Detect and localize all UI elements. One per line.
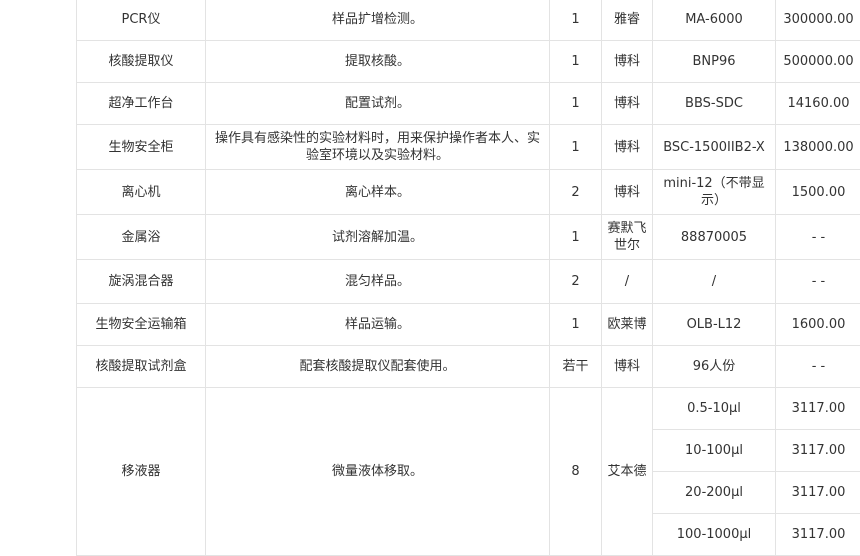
table-row: 核酸提取试剂盒 配套核酸提取仪配套使用。 若干 博科 96人份 - - — [76, 345, 860, 388]
device-name: 离心机 — [76, 169, 206, 215]
table-row: 核酸提取仪 提取核酸。 1 博科 BNP96 500000.00 — [76, 40, 860, 83]
equipment-table: PCR仪 样品扩增检测。 1 雅睿 MA-6000 300000.00 核酸提取… — [76, 0, 860, 556]
device-purpose: 微量液体移取。 — [205, 387, 550, 556]
page: PCR仪 样品扩增检测。 1 雅睿 MA-6000 300000.00 核酸提取… — [0, 0, 860, 556]
device-brand: 赛默飞世尔 — [601, 214, 653, 260]
device-purpose: 提取核酸。 — [205, 40, 550, 83]
device-brand: 博科 — [601, 124, 653, 170]
device-purpose: 操作具有感染性的实验材料时，用来保护操作者本人、实验室环境以及实验材料。 — [205, 124, 550, 170]
device-model: BSC-1500IIB2-X — [652, 124, 776, 170]
device-model: BNP96 — [652, 40, 776, 83]
device-quantity: 1 — [549, 303, 602, 346]
device-brand: 博科 — [601, 40, 653, 83]
device-price: 500000.00 — [775, 40, 860, 83]
device-purpose: 配置试剂。 — [205, 82, 550, 125]
device-quantity: 1 — [549, 124, 602, 170]
device-price: - - — [775, 345, 860, 388]
device-quantity: 1 — [549, 0, 602, 41]
device-purpose: 样品运输。 — [205, 303, 550, 346]
device-price: 1500.00 — [775, 169, 860, 215]
device-quantity: 1 — [549, 40, 602, 83]
device-price: 300000.00 — [775, 0, 860, 41]
device-quantity: 2 — [549, 169, 602, 215]
device-quantity: 1 — [549, 214, 602, 260]
device-model: / — [652, 259, 776, 304]
device-model: 100-1000μl — [652, 513, 776, 556]
device-price: 3117.00 — [775, 387, 860, 430]
table-row: 离心机 离心样本。 2 博科 mini-12（不带显示） 1500.00 — [76, 169, 860, 215]
device-name: 核酸提取仪 — [76, 40, 206, 83]
device-name: 移液器 — [76, 387, 206, 556]
device-name: 核酸提取试剂盒 — [76, 345, 206, 388]
table-row: 超净工作台 配置试剂。 1 博科 BBS-SDC 14160.00 — [76, 82, 860, 125]
device-quantity: 2 — [549, 259, 602, 304]
device-brand: 艾本德 — [601, 387, 653, 556]
device-brand: 博科 — [601, 169, 653, 215]
device-brand: 博科 — [601, 345, 653, 388]
table-row: 移液器 微量液体移取。 8 艾本德 0.5-10μl 3117.00 — [76, 387, 860, 556]
device-name: 生物安全柜 — [76, 124, 206, 170]
device-model: MA-6000 — [652, 0, 776, 41]
device-model: 10-100μl — [652, 429, 776, 472]
device-name: PCR仪 — [76, 0, 206, 41]
device-brand: 博科 — [601, 82, 653, 125]
device-model: mini-12（不带显示） — [652, 169, 776, 215]
device-model: 96人份 — [652, 345, 776, 388]
device-price: 3117.00 — [775, 471, 860, 514]
device-quantity: 8 — [549, 387, 602, 556]
device-purpose: 试剂溶解加温。 — [205, 214, 550, 260]
device-model: OLB-L12 — [652, 303, 776, 346]
device-name: 超净工作台 — [76, 82, 206, 125]
table-row: 旋涡混合器 混匀样品。 2 / / - - — [76, 259, 860, 304]
table-row: 生物安全柜 操作具有感染性的实验材料时，用来保护操作者本人、实验室环境以及实验材… — [76, 124, 860, 170]
device-name: 金属浴 — [76, 214, 206, 260]
device-purpose: 样品扩增检测。 — [205, 0, 550, 41]
device-price: 14160.00 — [775, 82, 860, 125]
device-quantity: 1 — [549, 82, 602, 125]
device-brand: 欧莱博 — [601, 303, 653, 346]
device-price: 3117.00 — [775, 429, 860, 472]
device-purpose: 配套核酸提取仪配套使用。 — [205, 345, 550, 388]
table-row: 生物安全运输箱 样品运输。 1 欧莱博 OLB-L12 1600.00 — [76, 303, 860, 346]
device-price: 3117.00 — [775, 513, 860, 556]
device-model: 88870005 — [652, 214, 776, 260]
device-purpose: 混匀样品。 — [205, 259, 550, 304]
device-price: - - — [775, 214, 860, 260]
device-model: BBS-SDC — [652, 82, 776, 125]
device-purpose: 离心样本。 — [205, 169, 550, 215]
device-brand: 雅睿 — [601, 0, 653, 41]
device-price: 1600.00 — [775, 303, 860, 346]
device-price: 138000.00 — [775, 124, 860, 170]
device-model: 20-200μl — [652, 471, 776, 514]
device-model: 0.5-10μl — [652, 387, 776, 430]
device-brand: / — [601, 259, 653, 304]
device-name: 旋涡混合器 — [76, 259, 206, 304]
table-row: 金属浴 试剂溶解加温。 1 赛默飞世尔 88870005 - - — [76, 214, 860, 260]
device-price: - - — [775, 259, 860, 304]
device-quantity: 若干 — [549, 345, 602, 388]
table-row: PCR仪 样品扩增检测。 1 雅睿 MA-6000 300000.00 — [76, 0, 860, 41]
device-name: 生物安全运输箱 — [76, 303, 206, 346]
